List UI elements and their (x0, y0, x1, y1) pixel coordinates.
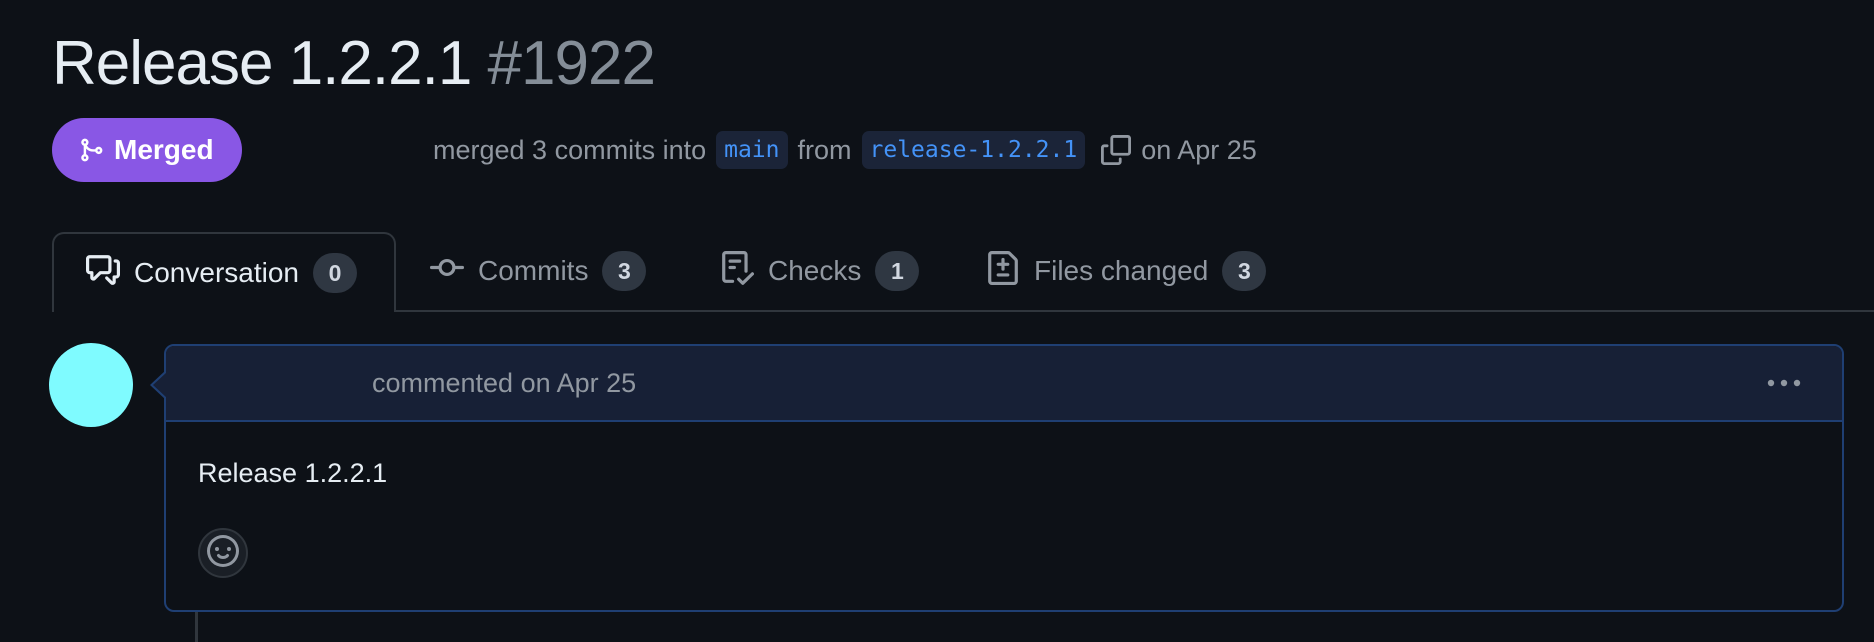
comment-meta: commented on Apr 25 (372, 368, 637, 398)
checklist-icon (720, 250, 755, 292)
add-reaction-button[interactable] (198, 528, 248, 578)
kebab-horizontal-icon[interactable] (1762, 368, 1806, 398)
avatar[interactable] (49, 343, 133, 427)
merge-meta: merged 3 commits into main from release-… (433, 128, 1257, 172)
comment-body: Release 1.2.2.1 (198, 458, 388, 488)
merged-text: merged 3 commits into (433, 134, 707, 165)
git-commit-icon (430, 251, 464, 292)
copy-icon[interactable] (1101, 135, 1132, 165)
smiley-icon (207, 534, 239, 572)
state-label: Merged (114, 134, 214, 165)
pr-title: Release 1.2.2.1 (52, 29, 472, 98)
tab-counter: 3 (1222, 251, 1267, 291)
tab-counter: 0 (312, 253, 357, 293)
pr-tabs: Conversation 0 Commits 3 Checks 1 Files … (52, 232, 1874, 312)
from-text: from (797, 134, 852, 165)
head-branch-link[interactable]: release-1.2.2.1 (861, 131, 1086, 169)
tab-conversation[interactable]: Conversation 0 (52, 232, 396, 312)
comment-discussion-icon (86, 253, 120, 294)
tab-label: Conversation (134, 257, 299, 288)
git-merge-icon (78, 136, 104, 164)
page-title: Release 1.2.2.1 #1922 (52, 24, 656, 104)
comment-pointer-fill (153, 372, 167, 398)
tab-files-changed[interactable]: Files changed 3 (986, 232, 1267, 310)
comment-box: commented on Apr 25 Release 1.2.2.1 (164, 344, 1844, 612)
tab-label: Files changed (1034, 255, 1209, 286)
pull-request-page: Release 1.2.2.1 #1922 Merged merged 3 co… (0, 0, 1874, 642)
comment-header: commented on Apr 25 (166, 346, 1842, 422)
tab-commits[interactable]: Commits 3 (430, 232, 647, 310)
tab-counter: 1 (875, 251, 920, 291)
file-diff-icon (986, 250, 1020, 292)
merged-state-badge: Merged (52, 118, 242, 182)
tab-label: Checks (768, 255, 862, 286)
tab-checks[interactable]: Checks 1 (720, 232, 920, 310)
pr-number: #1922 (487, 29, 656, 98)
tab-counter: 3 (602, 251, 647, 291)
base-branch-link[interactable]: main (716, 131, 788, 169)
tab-label: Commits (478, 255, 589, 286)
timeline-line (195, 612, 198, 642)
merge-date: on Apr 25 (1141, 134, 1257, 165)
